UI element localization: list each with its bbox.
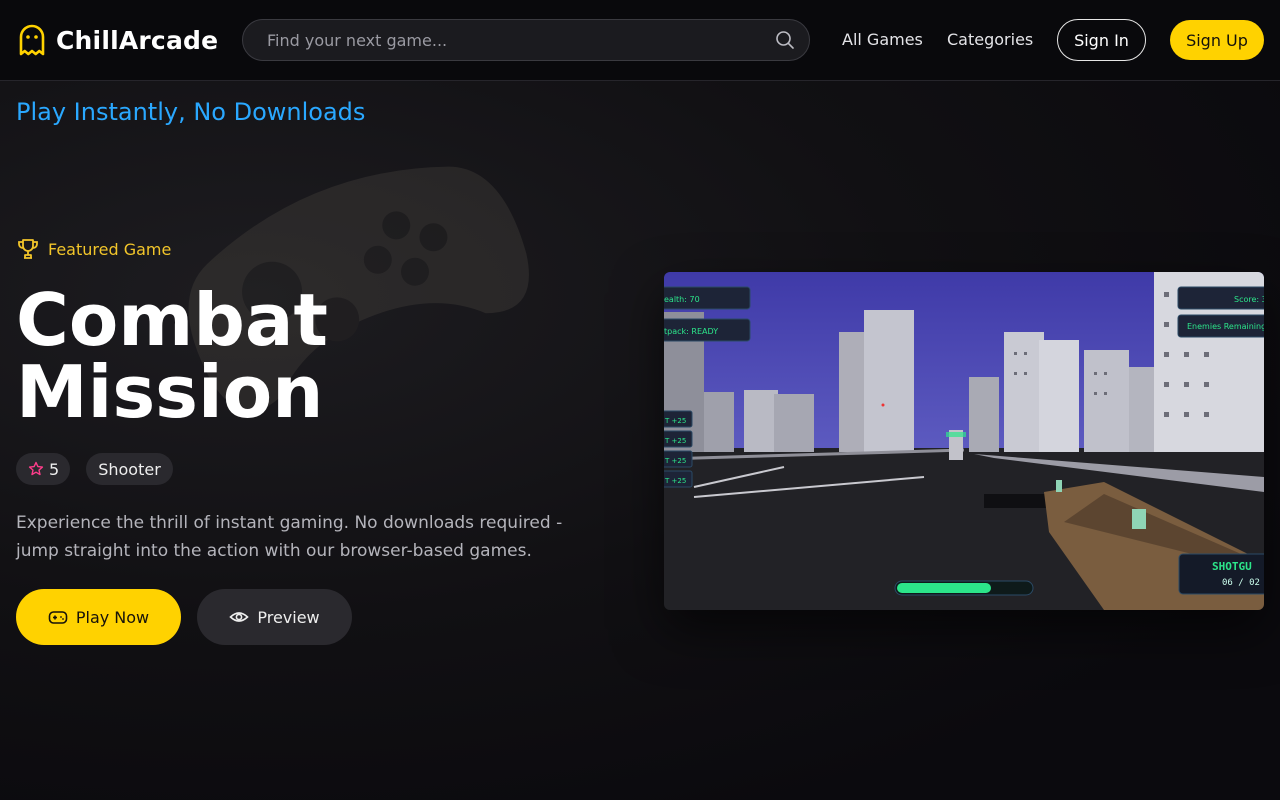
- sign-up-button[interactable]: Sign Up: [1170, 20, 1264, 60]
- kill-feed-item: T +25: [664, 437, 686, 445]
- ghost-icon: [19, 24, 45, 56]
- game-title: Combat Mission: [16, 284, 616, 428]
- hud-health: ealth: 70: [664, 295, 700, 304]
- game-description: Experience the thrill of instant gaming.…: [16, 513, 563, 561]
- brand-logo[interactable]: ChillArcade: [18, 24, 218, 56]
- top-navbar: ChillArcade All Games Categories Sign In…: [0, 0, 1280, 81]
- star-icon: [28, 461, 44, 476]
- preview-button[interactable]: Preview: [197, 589, 352, 645]
- kill-feed-item: T +25: [664, 417, 686, 425]
- featured-text: Featured Game: [48, 239, 172, 259]
- game-screenshot[interactable]: ealth: 70 tpack: READY Score: 3 Enemies …: [664, 272, 1264, 610]
- game-scene: ealth: 70 tpack: READY Score: 3 Enemies …: [664, 272, 1264, 610]
- search-input[interactable]: [243, 20, 763, 60]
- brand-name: ChillArcade: [56, 25, 219, 55]
- tagline: Play Instantly, No Downloads: [16, 98, 366, 126]
- preview-label: Preview: [257, 607, 320, 627]
- genre-badge[interactable]: Shooter: [86, 453, 173, 485]
- hud-enemies: Enemies Remaining:: [1187, 322, 1264, 331]
- rating-badge: 5: [16, 453, 70, 485]
- kill-feed-item: T +25: [664, 477, 686, 485]
- hud-ammo: 06 / 02: [1222, 578, 1260, 588]
- play-now-button[interactable]: Play Now: [16, 589, 181, 645]
- nav-all-games[interactable]: All Games: [842, 30, 923, 49]
- trophy-icon: [18, 239, 38, 259]
- sign-in-button[interactable]: Sign In: [1057, 19, 1146, 61]
- featured-label: Featured Game: [16, 237, 171, 261]
- search-icon[interactable]: [775, 30, 795, 50]
- game-title-line2: Mission: [16, 350, 324, 434]
- rating-value: 5: [49, 459, 60, 479]
- hero-section: Play Instantly, No Downloads Featured Ga…: [0, 81, 1280, 800]
- gamepad-icon: [48, 611, 68, 624]
- hud-jetpack: tpack: READY: [664, 327, 718, 336]
- play-now-label: Play Now: [75, 607, 150, 627]
- hud-score: Score: 3: [1234, 295, 1264, 304]
- search-bar: [242, 19, 810, 61]
- eye-icon: [229, 612, 250, 622]
- hud-weapon: SHOTGU: [1212, 560, 1252, 573]
- nav-categories[interactable]: Categories: [947, 30, 1033, 49]
- kill-feed-item: T +25: [664, 457, 686, 465]
